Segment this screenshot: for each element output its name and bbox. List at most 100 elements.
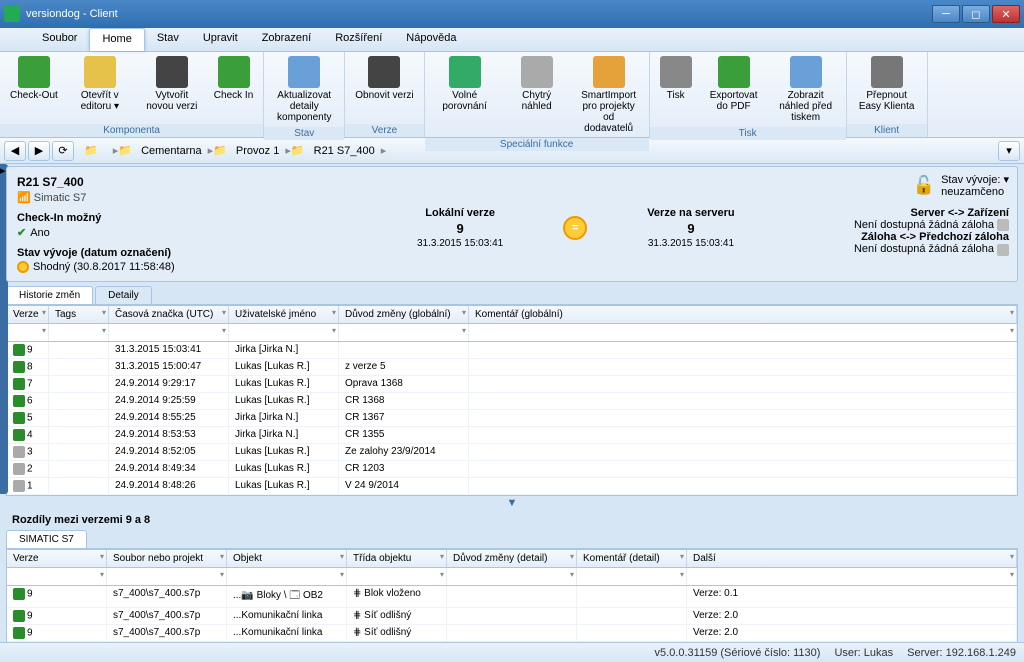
column-filter-input[interactable] — [449, 569, 574, 584]
breadcrumb-item[interactable]: Cementarna — [135, 145, 208, 157]
ribbon-print-preview[interactable]: Zobrazit náhled před tiskem — [770, 54, 842, 125]
column-header[interactable]: Tags — [49, 306, 109, 323]
ribbon-free-compare[interactable]: Volné porovnání — [429, 54, 501, 136]
table-row[interactable]: 724.9.2014 9:29:17Lukas [Lukas R.]Oprava… — [7, 376, 1017, 393]
breadcrumb-item[interactable] — [101, 145, 113, 157]
column-header[interactable]: Třída objektu — [347, 550, 447, 567]
print-preview-icon — [790, 56, 822, 88]
info-icon — [997, 219, 1009, 231]
table-row[interactable]: 9s7_400\s7_400.s7p...Komunikační linka⋕ … — [7, 608, 1017, 625]
column-header[interactable]: Verze — [7, 306, 49, 323]
disk-icon — [13, 463, 25, 475]
backup-info: Server <-> Zařízení Není dostupná žádná … — [854, 207, 1009, 256]
table-row[interactable]: 424.9.2014 8:53:53Jirka [Jirka N.]CR 135… — [7, 427, 1017, 444]
maximize-button[interactable]: ◻ — [962, 5, 990, 23]
column-header[interactable]: Objekt — [227, 550, 347, 567]
breadcrumb-item[interactable]: R21 S7_400 — [308, 145, 381, 157]
ribbon-create-version[interactable]: Vytvořit novou verzi — [136, 54, 208, 122]
tab-simatic-s7[interactable]: SIMATIC S7 — [6, 530, 87, 548]
column-header[interactable]: Důvod změny (detail) — [447, 550, 577, 567]
minimize-button[interactable]: ─ — [932, 5, 960, 23]
padlock-icon: 🔓 — [913, 175, 935, 196]
nav-refresh-button[interactable]: ⟳ — [52, 141, 74, 161]
diff-tabstrip: SIMATIC S7 — [6, 530, 1018, 549]
ribbon-smart-import[interactable]: SmartImport pro projekty od dodavatelů — [573, 54, 645, 136]
menu-tab-home[interactable]: Home — [89, 28, 144, 51]
splitter[interactable]: ▼ — [6, 496, 1018, 510]
disk-icon — [13, 344, 25, 356]
ribbon-print[interactable]: Tisk — [654, 54, 698, 125]
disk-icon — [13, 395, 25, 407]
nav-back-button[interactable]: ◀ — [4, 141, 26, 161]
menu-tab-rozšíření[interactable]: Rozšíření — [323, 28, 394, 51]
smart-preview-icon — [521, 56, 553, 88]
ribbon-group-label: Stav — [264, 127, 344, 140]
table-row[interactable]: 9s7_400\s7_400.s7p...Komunikační linka⋕ … — [7, 625, 1017, 642]
open-editor-icon — [84, 56, 116, 88]
disk-icon — [13, 627, 25, 639]
ribbon-open-editor[interactable]: Otevřít v editoru ▾ — [64, 54, 136, 122]
column-filter-input[interactable] — [9, 325, 46, 340]
column-header[interactable]: Další — [687, 550, 1017, 567]
diff-header: Rozdíly mezi verzemi 9 a 8 — [12, 514, 1018, 526]
status-user: User: Lukas — [834, 647, 893, 659]
lock-status: 🔓 Stav vývoje: ▾neuzamčeno — [913, 173, 1009, 198]
menu-tab-zobrazení[interactable]: Zobrazení — [250, 28, 324, 51]
component-name: R21 S7_400 — [17, 175, 1007, 189]
menu-tab-upravit[interactable]: Upravit — [191, 28, 250, 51]
column-filter-input[interactable] — [471, 325, 1014, 340]
table-row[interactable]: 124.9.2014 8:48:26Lukas [Lukas R.]V 24 9… — [7, 478, 1017, 495]
column-filter-input[interactable] — [109, 569, 224, 584]
table-row[interactable]: 324.9.2014 8:52:05Lukas [Lukas R.]Ze zal… — [7, 444, 1017, 461]
folder-icon: 📁 — [291, 145, 308, 157]
table-row[interactable]: 624.9.2014 9:25:59Lukas [Lukas R.]CR 136… — [7, 393, 1017, 410]
ribbon-check-out[interactable]: Check-Out — [4, 54, 64, 122]
column-filter-input[interactable] — [341, 325, 466, 340]
ribbon-update-details[interactable]: Aktualizovat detaily komponenty — [268, 54, 340, 125]
ribbon-smart-preview[interactable]: Chytrý náhled — [501, 54, 573, 136]
column-filter-input[interactable] — [579, 569, 684, 584]
column-filter-input[interactable] — [9, 569, 104, 584]
close-button[interactable]: ✕ — [992, 5, 1020, 23]
folder-icon: 📁 — [213, 145, 230, 157]
column-header[interactable]: Důvod změny (globální) — [339, 306, 469, 323]
ribbon-export-pdf[interactable]: Exportovat do PDF — [698, 54, 770, 125]
table-row[interactable]: 831.3.2015 15:00:47Lukas [Lukas R.]z ver… — [7, 359, 1017, 376]
check-out-icon — [18, 56, 50, 88]
ribbon-switch-easy[interactable]: Přepnout Easy Klienta — [851, 54, 923, 122]
column-filter-input[interactable] — [51, 325, 106, 340]
column-filter-input[interactable] — [229, 569, 344, 584]
nav-dropdown-button[interactable]: ▾ — [998, 141, 1020, 161]
ribbon-item-label: Exportovat do PDF — [704, 90, 764, 112]
ribbon-item-label: Přepnout Easy Klienta — [857, 90, 917, 112]
column-filter-input[interactable] — [349, 569, 444, 584]
component-info-panel: R21 S7_400 📶 Simatic S7 Check-In možný ✔… — [6, 166, 1018, 282]
lock-dropdown[interactable]: ▾ — [1003, 174, 1009, 186]
column-filter-input[interactable] — [231, 325, 336, 340]
column-filter-input[interactable] — [111, 325, 226, 340]
info-icon — [997, 244, 1009, 256]
column-filter-input[interactable] — [689, 569, 1014, 584]
tab-detaily[interactable]: Detaily — [95, 286, 152, 304]
column-header[interactable]: Verze — [7, 550, 107, 567]
column-header[interactable]: Soubor nebo projekt — [107, 550, 227, 567]
column-header[interactable]: Uživatelské jméno — [229, 306, 339, 323]
column-header[interactable]: Komentář (globální) — [469, 306, 1017, 323]
menu-tab-soubor[interactable]: Soubor — [30, 28, 89, 51]
tab-historie-změn[interactable]: Historie změn — [6, 286, 93, 304]
disk-icon — [13, 588, 25, 600]
table-row[interactable]: 9s7_400\s7_400.s7p...📷 Bloky \ 🗔 OB2⋕ Bl… — [7, 586, 1017, 608]
menu-tab-nápověda[interactable]: Nápověda — [394, 28, 468, 51]
table-row[interactable]: 224.9.2014 8:49:34Lukas [Lukas R.]CR 120… — [7, 461, 1017, 478]
breadcrumb-item[interactable]: Provoz 1 — [230, 145, 285, 157]
table-row[interactable]: 931.3.2015 15:03:41Jirka [Jirka N.] — [7, 342, 1017, 359]
nav-forward-button[interactable]: ▶ — [28, 141, 50, 161]
ribbon-item-label: Obnovit verzi — [355, 90, 413, 101]
table-row[interactable]: 524.9.2014 8:55:25Jirka [Jirka N.]CR 136… — [7, 410, 1017, 427]
column-header[interactable]: Časová značka (UTC) — [109, 306, 229, 323]
menu-tab-stav[interactable]: Stav — [145, 28, 191, 51]
column-header[interactable]: Komentář (detail) — [577, 550, 687, 567]
ribbon-item-label: Vytvořit novou verzi — [142, 90, 202, 112]
ribbon-restore-version[interactable]: Obnovit verzi — [349, 54, 419, 122]
ribbon-check-in[interactable]: Check In — [208, 54, 259, 122]
